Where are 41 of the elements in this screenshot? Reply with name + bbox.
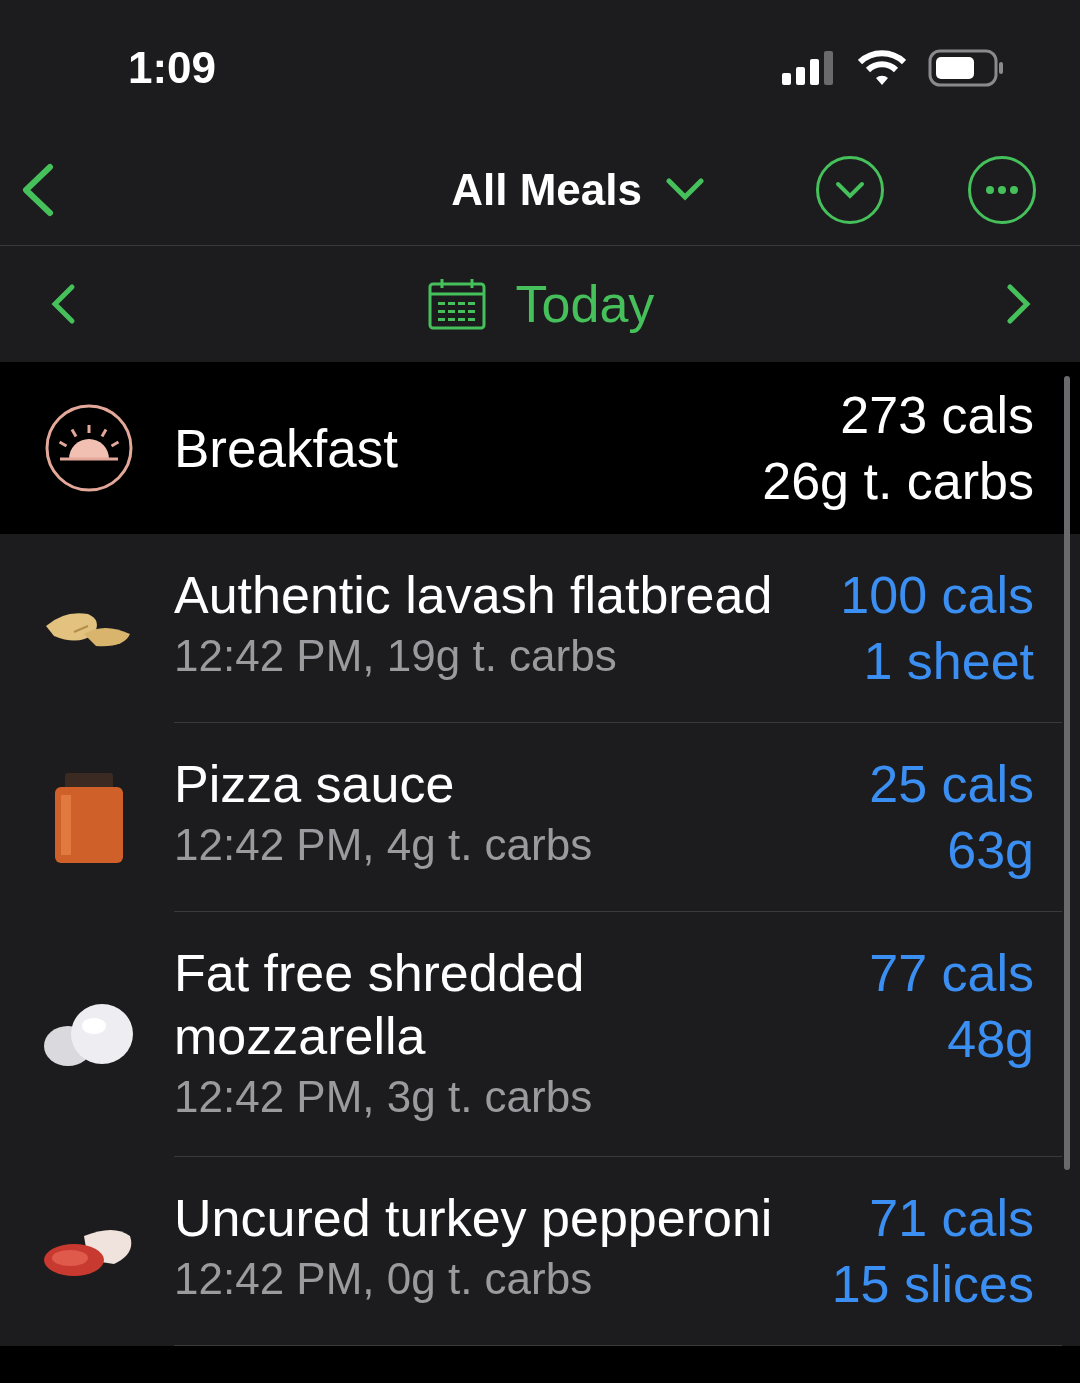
chevron-down-icon bbox=[666, 178, 704, 203]
meal-filter-dropdown[interactable]: All Meals bbox=[451, 165, 704, 216]
meal-name: Breakfast bbox=[174, 417, 399, 479]
food-amount: 1 sheet bbox=[863, 631, 1034, 693]
food-entry-row[interactable]: Authentic lavash flatbread 12:42 PM, 19g t. carbs 100 cals 1 sheet bbox=[0, 534, 1080, 724]
status-time: 1:09 bbox=[128, 42, 217, 93]
food-amount: 15 slices bbox=[831, 1254, 1034, 1316]
signal-icon bbox=[782, 50, 836, 85]
next-day-button[interactable] bbox=[1006, 282, 1032, 325]
back-button[interactable] bbox=[20, 163, 54, 218]
collapse-button[interactable] bbox=[816, 156, 884, 225]
food-detail: 12:42 PM, 4g t. carbs bbox=[174, 819, 594, 872]
food-entry-row[interactable]: Pizza sauce 12:42 PM, 4g t. carbs 25 cals 63g bbox=[0, 723, 1080, 913]
food-entry-row[interactable]: Fat free shredded mozzarella 12:42 PM, 3g t. carbs 77 cals 48g bbox=[0, 912, 1080, 1158]
calendar-icon bbox=[427, 277, 486, 330]
meal-calories: 273 cals bbox=[840, 385, 1034, 447]
food-amount: 63g bbox=[947, 820, 1034, 882]
food-amount: 48g bbox=[947, 1009, 1034, 1071]
food-name: Authentic lavash flatbread bbox=[174, 565, 774, 627]
date-selector[interactable]: Today bbox=[427, 273, 655, 334]
food-calories: 77 cals bbox=[869, 943, 1034, 1005]
jar-icon bbox=[53, 772, 125, 863]
food-name: Pizza sauce bbox=[174, 754, 456, 816]
food-detail: 12:42 PM, 0g t. carbs bbox=[174, 1253, 594, 1306]
food-detail: 12:42 PM, 3g t. carbs bbox=[174, 1071, 594, 1124]
meal-carbs: 26g t. carbs bbox=[762, 451, 1034, 513]
previous-day-button[interactable] bbox=[50, 282, 76, 325]
chevron-down-icon bbox=[835, 181, 865, 200]
food-detail: 12:42 PM, 19g t. carbs bbox=[174, 630, 618, 683]
meal-header[interactable]: Breakfast 273 cals 26g t. carbs bbox=[0, 362, 1080, 535]
food-name: Uncured turkey pepperoni bbox=[174, 1188, 774, 1250]
food-calories: 25 cals bbox=[869, 754, 1034, 816]
wifi-icon bbox=[858, 49, 906, 86]
food-name: Fat free shredded mozzarella bbox=[174, 943, 586, 1068]
sunrise-icon bbox=[44, 403, 134, 494]
more-icon bbox=[985, 186, 1019, 195]
cheese-balls-icon bbox=[44, 1001, 134, 1068]
battery-icon bbox=[928, 48, 1004, 87]
food-calories: 71 cals bbox=[869, 1188, 1034, 1250]
food-calories: 100 cals bbox=[840, 565, 1034, 627]
more-button[interactable] bbox=[968, 156, 1036, 225]
